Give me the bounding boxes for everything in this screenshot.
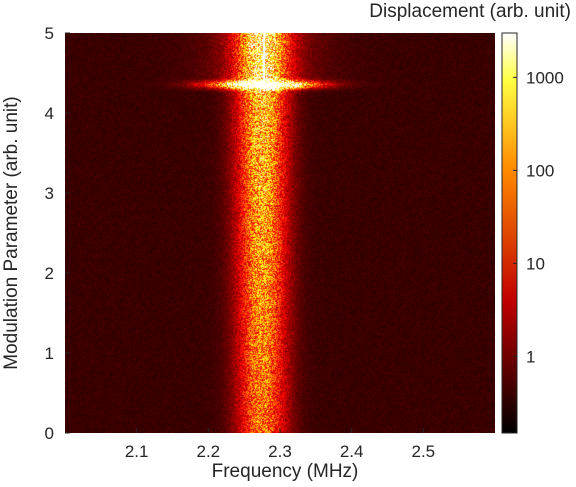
colorbar-label: Displacement (arb. unit): [369, 1, 571, 22]
heatmap-plot-area: [65, 33, 495, 433]
x-axis-label: Frequency (MHz): [212, 461, 359, 482]
heatmap-figure: 2.1 2.2 2.3 2.4 2.5 0 1 2 3 4 5 1 10 100 1000 Freque…: [1, 1, 571, 482]
colorbar: [501, 32, 518, 434]
y-tick-label: 1: [45, 344, 54, 363]
colorbar-tick-label: 100: [526, 161, 554, 180]
x-tick-label: 2.5: [412, 442, 436, 461]
y-tick-label: 4: [45, 104, 54, 123]
y-tick-label: 2: [45, 264, 54, 283]
colorbar-tick-label: 1: [526, 347, 535, 366]
x-tick-label: 2.3: [268, 442, 292, 461]
x-tick-label: 2.1: [125, 442, 149, 461]
y-tick-label: 3: [45, 184, 54, 203]
y-axis-label: Modulation Parameter (arb. unit): [1, 96, 22, 370]
y-tick-label: 5: [45, 24, 54, 43]
x-tick-label: 2.4: [340, 442, 364, 461]
y-tick-label: 0: [45, 424, 54, 443]
x-tick-label: 2.2: [197, 442, 221, 461]
colorbar-tick-label: 10: [526, 254, 545, 273]
colorbar-tick-label: 1000: [526, 68, 564, 87]
colorbar-ticks: 1 10 100 1000: [513, 68, 564, 366]
